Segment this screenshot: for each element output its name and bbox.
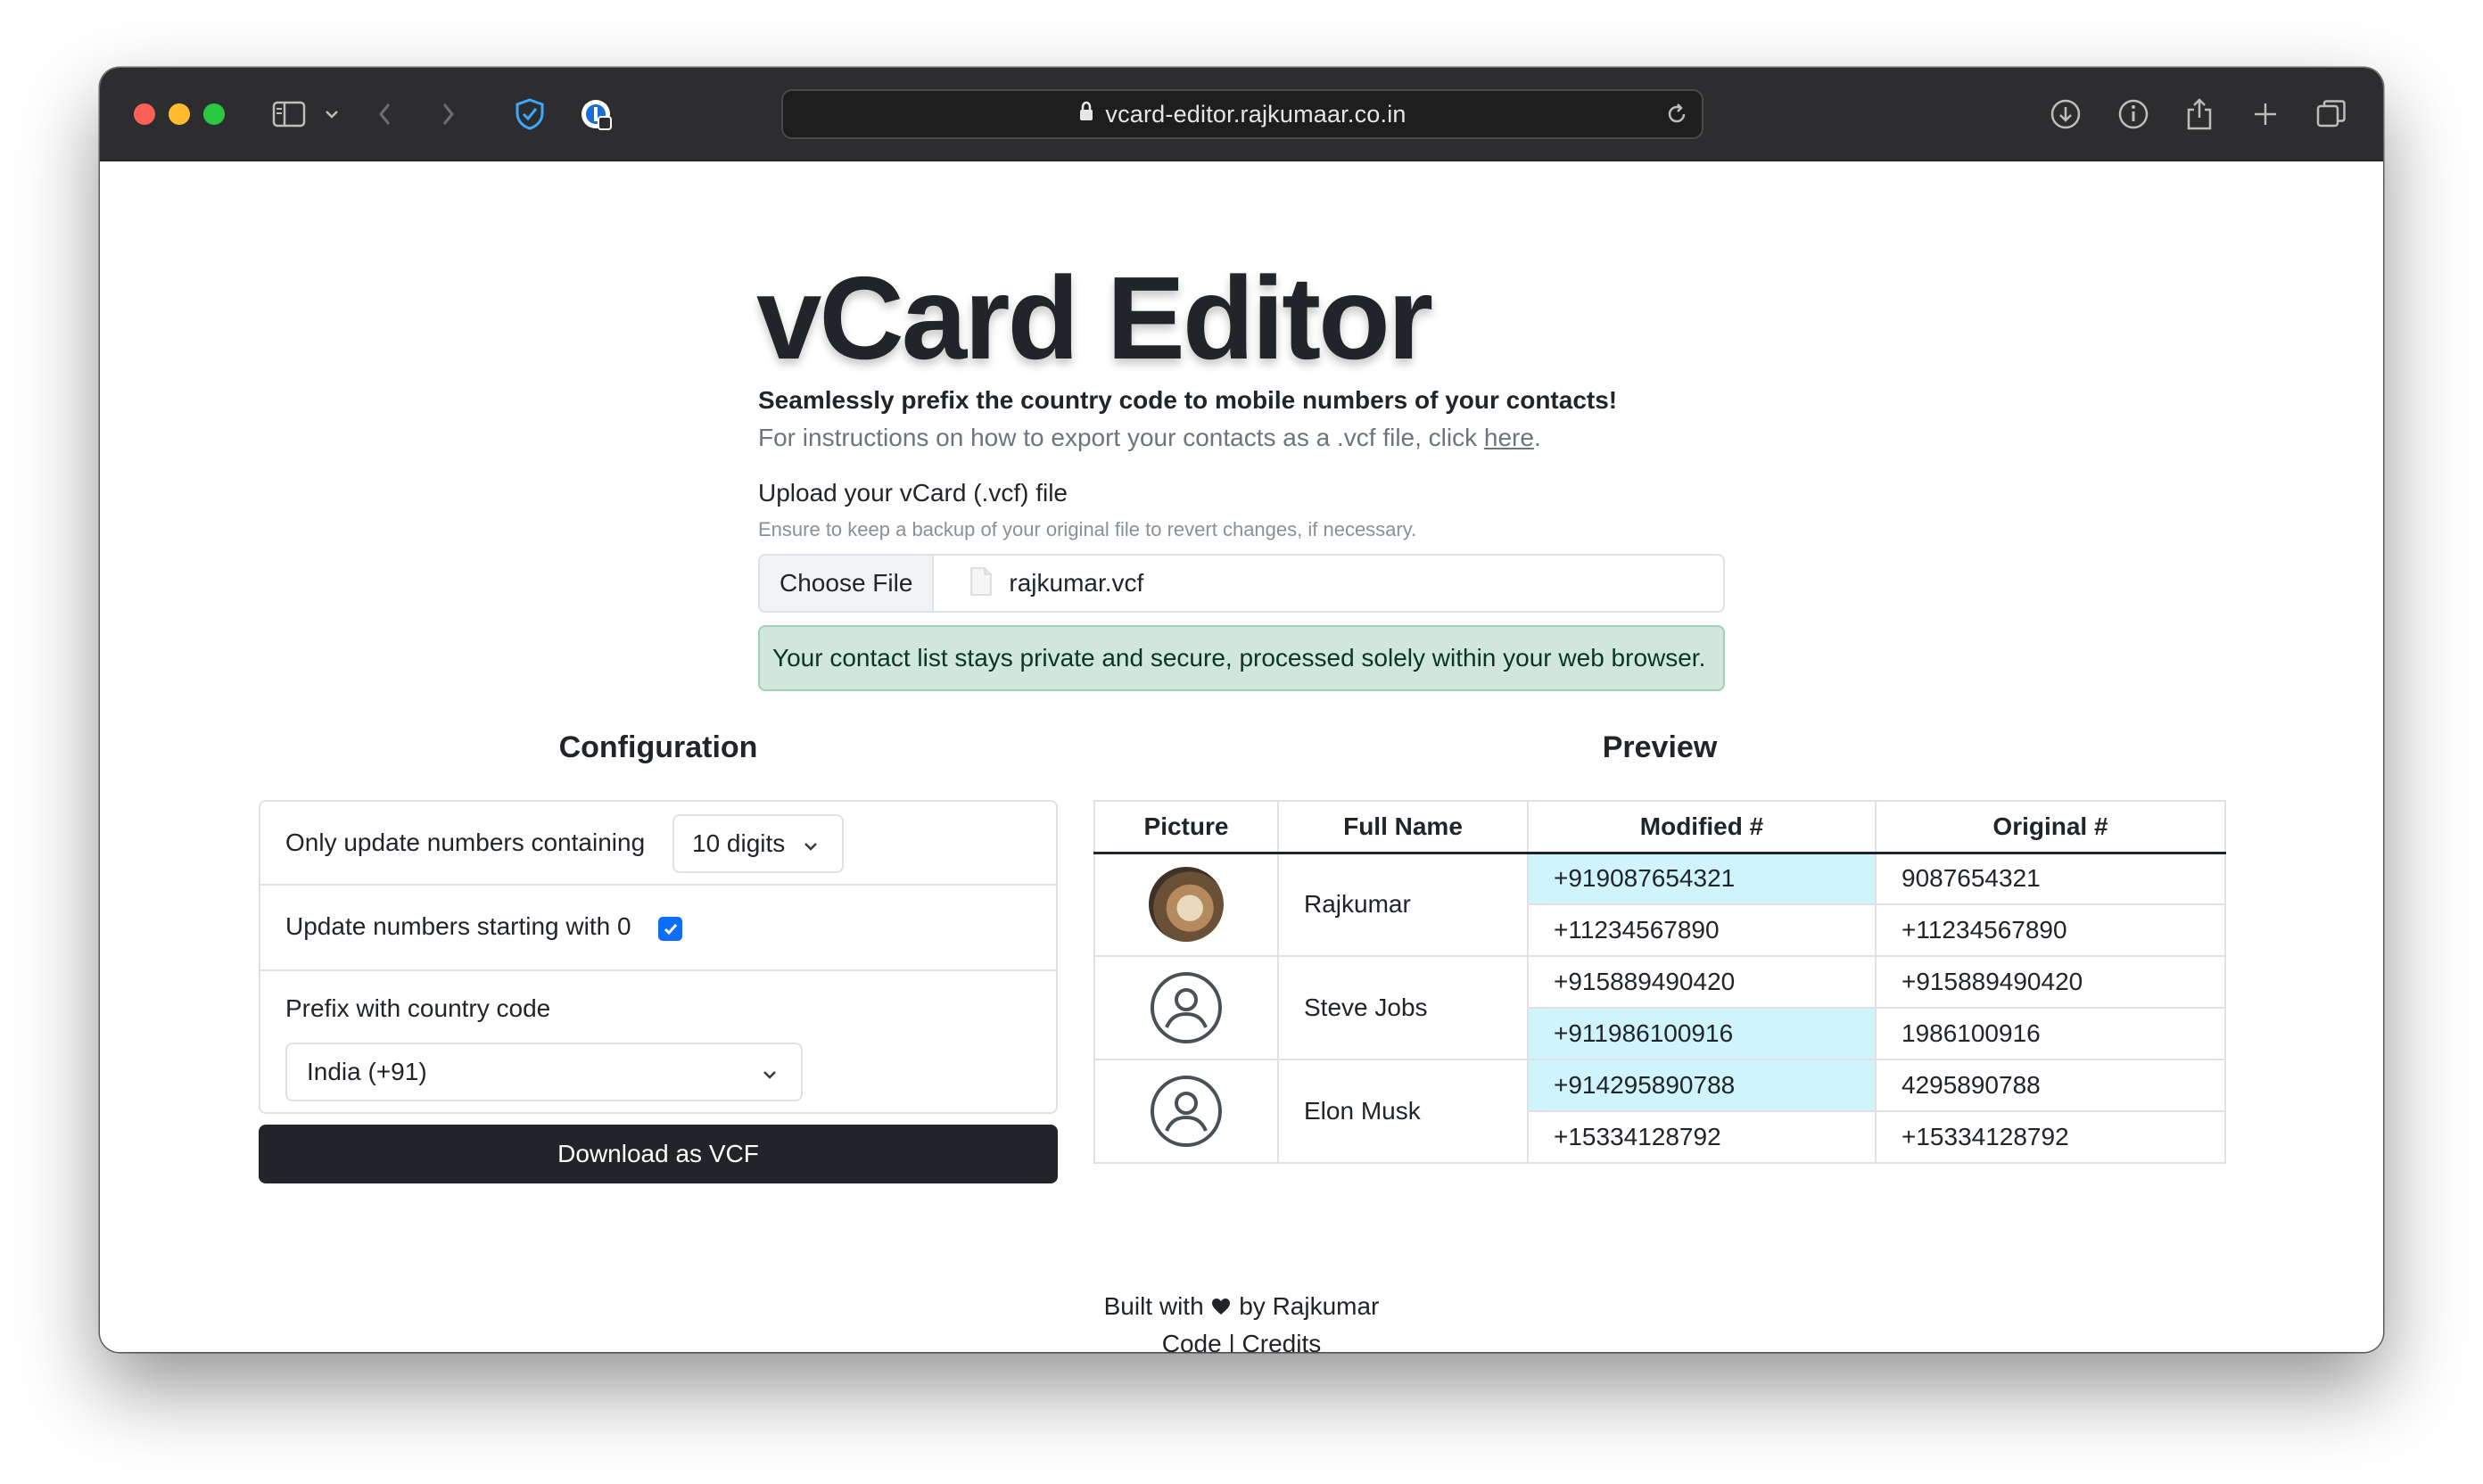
picture-cell xyxy=(1093,1059,1279,1164)
footer-built-prefix: Built with xyxy=(1103,1292,1204,1320)
close-window-button[interactable] xyxy=(134,103,155,125)
instructions-suffix: . xyxy=(1533,424,1541,451)
contact-photo xyxy=(1149,867,1224,943)
original-number-cell: +15334128792 xyxy=(1875,1110,2226,1164)
lead-text: Seamlessly prefix the country code to mo… xyxy=(758,386,1618,414)
page-content: vCard Editor Seamlessly prefix the count… xyxy=(100,161,2383,1352)
person-icon xyxy=(1149,1076,1224,1147)
footer-links: Code | Credits xyxy=(100,1330,2383,1352)
new-tab-icon[interactable] xyxy=(2248,96,2283,132)
selected-file-name: rajkumar.vcf xyxy=(1009,569,1144,597)
instructions-link[interactable]: here xyxy=(1484,424,1534,451)
original-number-cell: 9087654321 xyxy=(1875,852,2226,905)
table-row: Steve Jobs +915889490420 +915889490420 xyxy=(1093,955,2226,1060)
starting-zero-label: Update numbers starting with 0 xyxy=(285,912,631,940)
column-header-original: Original # xyxy=(1875,800,2226,854)
share-icon[interactable] xyxy=(2182,96,2217,132)
modified-number-cell: +914295890788 xyxy=(1527,1059,1877,1112)
modified-number-cell: +919087654321 xyxy=(1527,852,1877,905)
minimize-window-button[interactable] xyxy=(169,103,190,125)
country-row: Prefix with country code India (+91) xyxy=(260,971,1056,1114)
instructions-text: For instructions on how to export your c… xyxy=(758,424,1541,452)
configuration-title: Configuration xyxy=(558,730,758,764)
url-text: vcard-editor.rajkumaar.co.in xyxy=(1105,100,1406,128)
code-link[interactable]: Code xyxy=(1162,1330,1222,1352)
name-cell: Elon Musk xyxy=(1277,1059,1529,1164)
document-icon xyxy=(969,566,993,601)
starting-zero-checkbox[interactable] xyxy=(658,917,682,941)
choose-file-button[interactable]: Choose File xyxy=(760,556,935,611)
modified-number-cell: +15334128792 xyxy=(1527,1110,1877,1164)
download-vcf-button[interactable]: Download as VCF xyxy=(259,1125,1058,1183)
reload-icon[interactable] xyxy=(1664,102,1689,133)
forward-arrow-icon[interactable] xyxy=(430,96,466,132)
preview-table: Picture Full Name Modified # Original # … xyxy=(1093,800,2226,1164)
original-number-cell: 4295890788 xyxy=(1875,1059,2226,1112)
footer-built-with: Built with by Rajkumar xyxy=(100,1292,2383,1321)
country-value: India (+91) xyxy=(307,1058,427,1085)
original-number-cell: +11234567890 xyxy=(1875,903,2226,957)
digits-value: 10 digits xyxy=(692,829,786,857)
configuration-card: Only update numbers containing 10 digits… xyxy=(259,800,1058,1114)
starting-zero-row: Update numbers starting with 0 xyxy=(260,886,1056,971)
digits-select[interactable]: 10 digits xyxy=(672,814,844,873)
digits-row: Only update numbers containing 10 digits xyxy=(260,802,1056,886)
password-manager-icon[interactable] xyxy=(578,96,614,132)
upload-label: Upload your vCard (.vcf) file xyxy=(758,479,1068,507)
original-number-cell: +915889490420 xyxy=(1875,955,2226,1009)
footer-built-suffix: by Rajkumar xyxy=(1239,1292,1380,1320)
file-input[interactable]: Choose File rajkumar.vcf xyxy=(758,554,1725,613)
sidebar-icon[interactable] xyxy=(271,96,307,132)
lock-icon xyxy=(1078,101,1094,128)
footer-separator: | xyxy=(1228,1330,1235,1352)
name-cell: Steve Jobs xyxy=(1277,955,1529,1060)
downloads-icon[interactable] xyxy=(2048,96,2083,132)
page-title: vCard Editor xyxy=(756,252,1433,383)
address-bar[interactable]: vcard-editor.rajkumaar.co.in xyxy=(781,89,1703,139)
column-header-full-name: Full Name xyxy=(1277,800,1529,854)
digits-label: Only update numbers containing xyxy=(285,829,646,856)
table-row: Rajkumar +919087654321 9087654321 xyxy=(1093,852,2226,957)
chevron-down-icon[interactable] xyxy=(314,96,350,132)
back-arrow-icon[interactable] xyxy=(367,96,403,132)
modified-number-cell: +911986100916 xyxy=(1527,1007,1877,1060)
chevron-down-icon xyxy=(801,834,821,862)
heart-icon xyxy=(1210,1292,1232,1320)
preview-title: Preview xyxy=(1602,730,1718,764)
chevron-down-icon xyxy=(760,1062,780,1091)
modified-number-cell: +11234567890 xyxy=(1527,903,1877,957)
table-row: Elon Musk +914295890788 4295890788 xyxy=(1093,1059,2226,1164)
browser-toolbar: vcard-editor.rajkumaar.co.in xyxy=(100,68,2383,161)
country-select[interactable]: India (+91) xyxy=(285,1043,803,1101)
instructions-prefix: For instructions on how to export your c… xyxy=(758,424,1484,451)
column-header-modified: Modified # xyxy=(1527,800,1877,854)
credits-link[interactable]: Credits xyxy=(1242,1330,1322,1352)
prefix-label: Prefix with country code xyxy=(285,994,551,1022)
upload-hint: Ensure to keep a backup of your original… xyxy=(758,518,1417,540)
privacy-alert: Your contact list stays private and secu… xyxy=(758,625,1725,691)
tab-overview-icon[interactable] xyxy=(2314,96,2349,132)
picture-cell xyxy=(1093,955,1279,1060)
browser-window: vcard-editor.rajkumaar.co.in vCard Edito… xyxy=(100,68,2383,1352)
table-header-row: Picture Full Name Modified # Original # xyxy=(1093,800,2226,854)
info-icon[interactable] xyxy=(2116,96,2151,132)
picture-cell xyxy=(1093,852,1279,957)
name-cell: Rajkumar xyxy=(1277,852,1529,957)
original-number-cell: 1986100916 xyxy=(1875,1007,2226,1060)
person-icon xyxy=(1149,972,1224,1043)
shield-check-icon[interactable] xyxy=(512,96,548,132)
zoom-window-button[interactable] xyxy=(203,103,225,125)
column-header-picture: Picture xyxy=(1093,800,1279,854)
modified-number-cell: +915889490420 xyxy=(1527,955,1877,1009)
